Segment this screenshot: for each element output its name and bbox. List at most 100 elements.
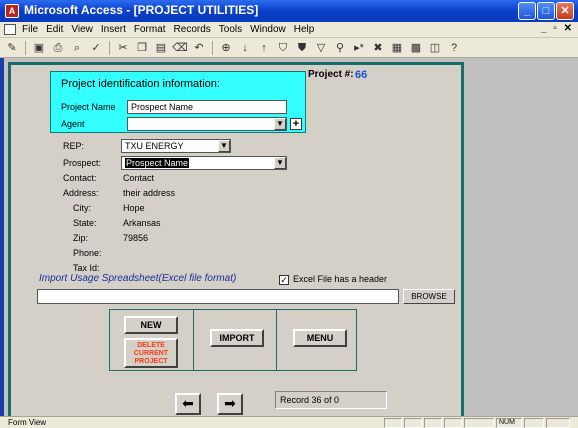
address-value[interactable]: their address — [123, 188, 175, 198]
form-document-icon[interactable] — [4, 24, 16, 35]
spelling-icon[interactable]: ✓ — [88, 40, 104, 56]
rep-dropdown-chevron-icon[interactable]: ▼ — [218, 140, 230, 152]
record-counter: Record 36 of 0 — [275, 391, 387, 409]
close-button[interactable]: ✕ — [556, 2, 574, 20]
city-value[interactable]: Hope — [123, 203, 145, 213]
project-number-value: 66 — [355, 69, 368, 81]
mdi-window-controls[interactable]: _ ▫ ✕ — [541, 23, 574, 34]
format-painter-icon[interactable]: ⌫ — [172, 40, 188, 56]
excel-header-label: Excel File has a header — [293, 274, 388, 284]
agent-label: Agent — [61, 119, 85, 129]
status-indicator-cell — [424, 418, 442, 428]
rep-combobox[interactable]: TXU ENERGY ▼ — [121, 139, 231, 153]
copy-icon[interactable]: ❐ — [134, 40, 150, 56]
delete-current-project-button[interactable]: DELETE CURRENT PROJECT — [124, 338, 178, 368]
print-preview-icon[interactable]: ⌕ — [69, 40, 85, 56]
prospect-value: Prospect Name — [125, 158, 190, 168]
rep-value: TXU ENERGY — [125, 141, 184, 151]
menu-item-help[interactable]: Help — [294, 24, 315, 35]
apply-filter-icon[interactable]: ▽ — [313, 40, 329, 56]
browse-button[interactable]: BROWSE — [403, 289, 455, 304]
left-arrow-icon: ⬅ — [182, 395, 194, 411]
prospect-label: Prospect: — [63, 158, 102, 168]
menu-item-view[interactable]: View — [71, 24, 93, 35]
maximize-button[interactable]: □ — [537, 2, 555, 20]
minimize-button[interactable]: _ — [518, 2, 536, 20]
cut-icon[interactable]: ✂ — [115, 40, 131, 56]
project-name-field[interactable]: Prospect Name — [127, 100, 287, 114]
previous-record-button[interactable]: ⬅ — [175, 393, 201, 415]
project-utilities-form: Project identification information: Proj… — [8, 62, 464, 416]
project-identification-heading: Project identification information: — [61, 78, 220, 90]
print-icon[interactable]: ⎙ — [50, 40, 66, 56]
workspace: Project identification information: Proj… — [0, 58, 578, 416]
menu-item-insert[interactable]: Insert — [101, 24, 126, 35]
delete-button-line3: PROJECT — [134, 358, 168, 365]
hyperlink-icon[interactable]: ⊕ — [218, 40, 234, 56]
toolbar-separator — [25, 40, 26, 55]
toolbar: ✎ ▣ ⎙ ⌕ ✓ ✂ ❐ ▤ ⌫ ↶ ⊕ ↓ ↑ ⛉ ⛊ ▽ ⚲ ▸* ✖ ▦… — [0, 38, 578, 58]
agent-dropdown-chevron-icon[interactable]: ▼ — [274, 118, 286, 130]
delete-record-icon[interactable]: ✖ — [370, 40, 386, 56]
toolbar-separator — [212, 40, 213, 55]
menu-item-file[interactable]: File — [22, 24, 38, 35]
menu-item-window[interactable]: Window — [250, 24, 286, 35]
menu-button[interactable]: MENU — [293, 329, 347, 347]
status-indicator-cell — [524, 418, 544, 428]
contact-label: Contact: — [63, 173, 97, 183]
prospect-combobox[interactable]: Prospect Name ▼ — [121, 156, 287, 170]
next-record-button[interactable]: ➡ — [217, 393, 243, 415]
phone-label: Phone: — [73, 248, 102, 258]
status-bar: Form View NUM — [0, 416, 578, 428]
import-file-path-field[interactable] — [37, 289, 399, 304]
toolbar-separator — [109, 40, 110, 55]
properties-icon[interactable]: ▦ — [389, 40, 405, 56]
zip-label: Zip: — [73, 233, 89, 243]
undo-icon[interactable]: ↶ — [191, 40, 207, 56]
taxid-label: Tax Id: — [73, 263, 100, 273]
sort-ascending-icon[interactable]: ↓ — [237, 40, 253, 56]
access-app-icon[interactable]: A — [5, 4, 19, 18]
excel-header-checkbox[interactable]: ✓ — [279, 275, 289, 285]
import-button[interactable]: IMPORT — [210, 329, 264, 347]
menu-item-tools[interactable]: Tools — [219, 24, 242, 35]
window-title: Microsoft Access - [PROJECT UTILITIES] — [24, 3, 259, 17]
num-lock-indicator: NUM — [496, 418, 522, 428]
paste-icon[interactable]: ▤ — [153, 40, 169, 56]
project-number-label: Project #: — [308, 69, 354, 80]
agent-combobox[interactable]: ▼ — [127, 117, 287, 131]
help-icon[interactable]: ? — [446, 40, 462, 56]
new-button[interactable]: NEW — [124, 316, 178, 334]
filter-by-selection-icon[interactable]: ⛉ — [275, 40, 291, 56]
sort-descending-icon[interactable]: ↑ — [256, 40, 272, 56]
menu-item-format[interactable]: Format — [134, 24, 166, 35]
menu-items: File Edit View Insert Format Records Tools Wind… — [22, 24, 314, 35]
project-name-label: Project Name — [61, 102, 116, 112]
menu-item-records[interactable]: Records — [174, 24, 211, 35]
zip-value[interactable]: 79856 — [123, 233, 148, 243]
menu-item-edit[interactable]: Edit — [46, 24, 63, 35]
contact-value[interactable]: Contact — [123, 173, 154, 183]
new-object-icon[interactable]: ◫ — [427, 40, 443, 56]
view-icon[interactable]: ✎ — [4, 40, 20, 56]
project-identification-panel: Project identification information: Proj… — [50, 71, 306, 133]
address-label: Address: — [63, 188, 99, 198]
window-left-border — [0, 58, 4, 416]
status-indicator-cell — [464, 418, 494, 428]
state-value[interactable]: Arkansas — [123, 218, 161, 228]
status-indicator-cell — [384, 418, 402, 428]
new-record-icon[interactable]: ▸* — [351, 40, 367, 56]
find-icon[interactable]: ⚲ — [332, 40, 348, 56]
right-arrow-icon: ➡ — [224, 395, 236, 411]
import-usage-label: Import Usage Spreadsheet(Excel file form… — [39, 273, 237, 284]
prospect-dropdown-chevron-icon[interactable]: ▼ — [274, 157, 286, 169]
filter-by-form-icon[interactable]: ⛊ — [294, 40, 310, 56]
add-agent-button[interactable]: + — [290, 118, 302, 130]
delete-button-line2: CURRENT — [133, 350, 169, 357]
delete-button-line1: DELETE — [137, 342, 165, 349]
city-label: City: — [73, 203, 91, 213]
status-text: Form View — [8, 418, 47, 427]
status-indicator-cell — [404, 418, 422, 428]
database-window-icon[interactable]: ▩ — [408, 40, 424, 56]
save-icon[interactable]: ▣ — [31, 40, 47, 56]
